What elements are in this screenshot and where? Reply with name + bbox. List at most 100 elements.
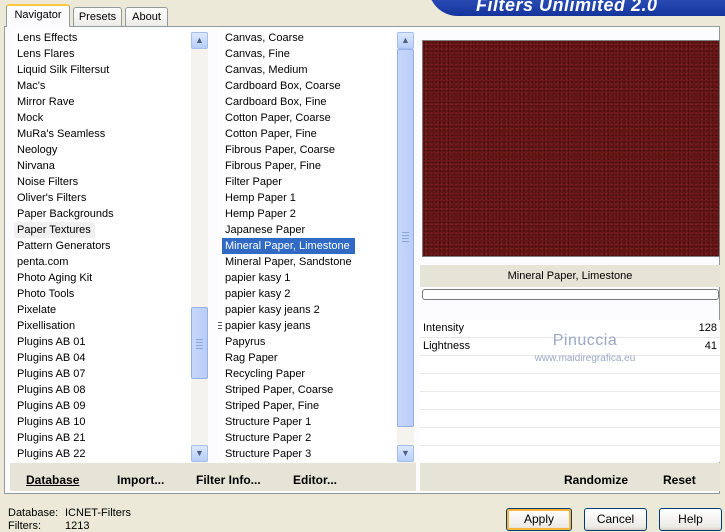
filter-list-item[interactable]: Cotton Paper, Coarse bbox=[222, 110, 397, 126]
filter-list-item[interactable]: Canvas, Fine bbox=[222, 46, 397, 62]
category-list-item[interactable]: Plugins AB 04 bbox=[14, 350, 191, 366]
param-label: Intensity bbox=[423, 322, 464, 334]
filter-info-button[interactable]: Filter Info... bbox=[196, 473, 261, 487]
filter-preview bbox=[422, 40, 720, 257]
filter-list-item[interactable]: Cotton Paper, Fine bbox=[222, 126, 397, 142]
category-list-item[interactable]: Photo Tools bbox=[14, 286, 191, 302]
category-list-item[interactable]: Plugins AB 08 bbox=[14, 382, 191, 398]
param-row-empty bbox=[420, 428, 720, 446]
filter-list-item[interactable]: Mineral Paper, Limestone bbox=[222, 238, 355, 254]
param-row-empty bbox=[420, 374, 720, 392]
filters-label: Filters: bbox=[8, 520, 41, 532]
filter-list-item[interactable]: Canvas, Medium bbox=[222, 62, 397, 78]
category-list-item[interactable]: Lens Effects bbox=[14, 30, 191, 46]
filter-list-item[interactable]: papier kasy 1 bbox=[222, 270, 397, 286]
tab-label: Navigator bbox=[14, 9, 62, 21]
filter-list-item[interactable]: papier kasy jeans bbox=[222, 318, 397, 334]
app-title: Filters Unlimited 2.0 bbox=[476, 0, 658, 15]
scroll-down-icon[interactable]: ▼ bbox=[191, 445, 208, 462]
filter-list-item[interactable]: Filter Paper bbox=[222, 174, 397, 190]
filters-count: 1213 bbox=[65, 520, 90, 532]
tab-about[interactable]: About bbox=[125, 7, 168, 26]
filter-scrollbar[interactable]: ▲ ▼ bbox=[397, 32, 414, 464]
filter-list-item[interactable]: Recycling Paper bbox=[222, 366, 397, 382]
category-list-item[interactable]: Plugins AB 21 bbox=[14, 430, 191, 446]
category-list-item[interactable]: Oliver's Filters bbox=[14, 190, 191, 206]
filter-list-item[interactable]: papier kasy jeans 2 bbox=[222, 302, 397, 318]
category-list-item[interactable]: Plugins AB 22 bbox=[14, 446, 191, 462]
app-title-banner: Filters Unlimited 2.0 bbox=[428, 0, 725, 16]
filter-list-item[interactable]: Canvas, Coarse bbox=[222, 30, 397, 46]
import-button[interactable]: Import... bbox=[117, 473, 164, 487]
category-list-item[interactable]: Plugins AB 01 bbox=[14, 334, 191, 350]
progress-bar bbox=[422, 289, 719, 300]
watermark-url: www.maidiregrafica.eu bbox=[534, 353, 636, 364]
category-list-item[interactable]: penta.com bbox=[14, 254, 191, 270]
filter-list-item[interactable]: papier kasy 2 bbox=[222, 286, 397, 302]
filter-list-item[interactable]: Structure Paper 2 bbox=[222, 430, 397, 446]
category-list-item[interactable]: Mac's bbox=[14, 78, 191, 94]
filter-list[interactable]: Canvas, Coarse Canvas, Fine Canvas, Medium… bbox=[222, 30, 397, 462]
randomize-button[interactable]: Randomize bbox=[564, 473, 628, 487]
category-list-item[interactable]: Plugins AB 10 bbox=[14, 414, 191, 430]
category-list-item[interactable]: Paper Textures bbox=[14, 222, 95, 238]
help-button[interactable]: Help bbox=[659, 508, 722, 531]
filter-list-item[interactable]: Striped Paper, Coarse bbox=[222, 382, 397, 398]
tab-label: About bbox=[132, 11, 161, 23]
category-list-item[interactable]: Plugins AB 07 bbox=[14, 366, 191, 382]
tab-presets[interactable]: Presets bbox=[73, 7, 122, 26]
filter-list-item[interactable]: Fibrous Paper, Fine bbox=[222, 158, 397, 174]
filter-list-item[interactable]: Mineral Paper, Sandstone bbox=[222, 254, 397, 270]
category-list-item[interactable]: Paper Backgrounds bbox=[14, 206, 191, 222]
param-row-empty bbox=[420, 410, 720, 428]
scroll-thumb[interactable] bbox=[191, 307, 208, 379]
database-value: ICNET-Filters bbox=[65, 507, 131, 519]
filter-list-item[interactable]: Cardboard Box, Fine bbox=[222, 94, 397, 110]
filter-list-item[interactable]: Cardboard Box, Coarse bbox=[222, 78, 397, 94]
splitter-grip[interactable] bbox=[218, 322, 222, 332]
scroll-up-icon[interactable]: ▲ bbox=[191, 32, 208, 49]
category-list-item[interactable]: Mock bbox=[14, 110, 191, 126]
category-list-item[interactable]: Pixellisation bbox=[14, 318, 191, 334]
category-list-item[interactable]: Neology bbox=[14, 142, 191, 158]
cancel-button[interactable]: Cancel bbox=[584, 508, 647, 531]
filter-list-item[interactable]: Papyrus bbox=[222, 334, 397, 350]
filter-list-item[interactable]: Hemp Paper 1 bbox=[222, 190, 397, 206]
preview-filter-name: Mineral Paper, Limestone bbox=[420, 265, 720, 287]
filter-list-item[interactable]: Structure Paper 3 bbox=[222, 446, 397, 462]
tab-label: Presets bbox=[78, 11, 117, 23]
database-label: Database: bbox=[8, 507, 59, 519]
category-list-item[interactable]: Plugins AB 09 bbox=[14, 398, 191, 414]
scroll-down-icon[interactable]: ▼ bbox=[397, 445, 414, 462]
param-label: Lightness bbox=[423, 340, 471, 352]
filter-list-item[interactable]: Structure Paper 1 bbox=[222, 414, 397, 430]
param-row-empty bbox=[420, 446, 720, 464]
tab-navigator[interactable]: Navigator bbox=[6, 4, 70, 27]
category-list-item[interactable]: MuRa's Seamless bbox=[14, 126, 191, 142]
category-list[interactable]: Lens Effects Lens Flares Liquid Silk Filte… bbox=[14, 30, 191, 462]
database-button[interactable]: Database bbox=[26, 473, 79, 487]
scroll-thumb[interactable] bbox=[397, 49, 414, 427]
scroll-up-icon[interactable]: ▲ bbox=[397, 32, 414, 49]
reset-button[interactable]: Reset bbox=[663, 473, 696, 487]
category-list-item[interactable]: Pattern Generators bbox=[14, 238, 191, 254]
category-list-item[interactable]: Nirvana bbox=[14, 158, 191, 174]
param-row-empty bbox=[420, 392, 720, 410]
category-list-item[interactable]: Liquid Silk Filtersut bbox=[14, 62, 191, 78]
filter-list-item[interactable]: Striped Paper, Fine bbox=[222, 398, 397, 414]
category-list-item[interactable]: Pixelate bbox=[14, 302, 191, 318]
editor-button[interactable]: Editor... bbox=[293, 473, 337, 487]
apply-button[interactable]: Apply bbox=[506, 508, 572, 531]
filter-list-item[interactable]: Rag Paper bbox=[222, 350, 397, 366]
param-value: 41 bbox=[704, 340, 717, 352]
category-list-item[interactable]: Lens Flares bbox=[14, 46, 191, 62]
watermark-name: Pinuccia bbox=[552, 332, 618, 349]
filter-list-item[interactable]: Hemp Paper 2 bbox=[222, 206, 397, 222]
category-scrollbar[interactable]: ▲ ▼ bbox=[191, 32, 208, 464]
filter-list-item[interactable]: Fibrous Paper, Coarse bbox=[222, 142, 397, 158]
param-value: 128 bbox=[698, 322, 717, 334]
category-list-item[interactable]: Photo Aging Kit bbox=[14, 270, 191, 286]
category-list-item[interactable]: Noise Filters bbox=[14, 174, 191, 190]
filter-list-item[interactable]: Japanese Paper bbox=[222, 222, 397, 238]
category-list-item[interactable]: Mirror Rave bbox=[14, 94, 191, 110]
